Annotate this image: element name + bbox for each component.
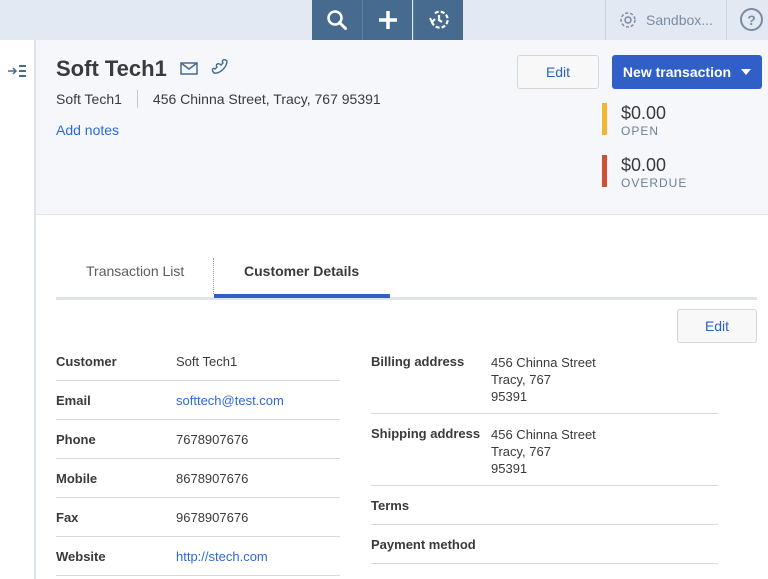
- expand-nav-button[interactable]: [8, 64, 28, 83]
- search-button[interactable]: [312, 0, 362, 40]
- history-icon: [428, 10, 449, 29]
- phone-value: 7678907676: [176, 431, 249, 447]
- detail-row: Website http://stech.com: [56, 537, 340, 576]
- add-notes-link[interactable]: Add notes: [56, 122, 119, 138]
- fax-value: 9678907676: [176, 509, 249, 525]
- customer-header: Soft Tech1 Soft Tech1 456 Chinna Street,…: [36, 40, 768, 215]
- caret-down-icon: [741, 69, 752, 75]
- email-link[interactable]: softtech@test.com: [176, 393, 284, 408]
- website-link[interactable]: http://stech.com: [176, 549, 268, 564]
- overdue-label: OVERDUE: [621, 176, 688, 190]
- overdue-color-bar: [602, 155, 607, 187]
- field-label: Billing address: [371, 354, 465, 369]
- email-icon[interactable]: [180, 61, 198, 75]
- open-color-bar: [602, 103, 607, 135]
- address-line: Tracy, 767: [491, 444, 551, 459]
- recent-transactions-button[interactable]: [413, 0, 463, 40]
- active-tab-indicator: [214, 294, 390, 298]
- address-line: 456 Chinna Street: [491, 427, 596, 442]
- detail-row: Email softtech@test.com: [56, 381, 340, 420]
- field-label: Fax: [56, 509, 79, 525]
- divider: [605, 0, 606, 40]
- open-balance: $0.00 OPEN: [602, 103, 666, 138]
- expand-menu-icon: [8, 65, 26, 77]
- company-name-text: Soft Tech1: [56, 91, 122, 107]
- address-line: 95391: [491, 461, 528, 476]
- plus-icon: [378, 11, 397, 29]
- detail-row: Payment method: [371, 525, 718, 564]
- new-transaction-label: New transaction: [622, 64, 732, 80]
- address-line: Tracy, 767: [491, 372, 551, 387]
- mobile-value: 8678907676: [176, 470, 249, 486]
- field-label: Website: [56, 548, 106, 564]
- address-line: 95391: [491, 389, 528, 404]
- edit-customer-button[interactable]: Edit: [517, 55, 599, 89]
- field-label: Shipping address: [371, 426, 481, 441]
- shipping-address-value: 456 Chinna Street Tracy, 767 95391: [491, 426, 596, 485]
- detail-row: Terms: [371, 486, 718, 525]
- open-label: OPEN: [621, 124, 660, 138]
- detail-row: Shipping address 456 Chinna Street Tracy…: [371, 414, 718, 486]
- detail-row: Fax 9678907676: [56, 498, 340, 537]
- tab-customer-details[interactable]: Customer Details: [244, 263, 359, 279]
- detail-row: Customer Soft Tech1: [56, 342, 340, 381]
- detail-row: Mobile 8678907676: [56, 459, 340, 498]
- contact-details: Customer Soft Tech1 Email softtech@test.co…: [56, 342, 340, 576]
- company-settings-button[interactable]: Sandbox...: [618, 0, 713, 40]
- left-nav: [0, 40, 36, 579]
- tab-bar: Transaction List Customer Details: [56, 250, 757, 300]
- new-transaction-button[interactable]: New transaction: [612, 55, 762, 89]
- gear-icon: [620, 12, 636, 28]
- field-label: Email: [56, 392, 91, 408]
- help-icon[interactable]: ?: [740, 8, 763, 31]
- field-label: Payment method: [371, 536, 476, 552]
- customer-value: Soft Tech1: [176, 353, 238, 369]
- field-label: Mobile: [56, 470, 98, 486]
- field-label: Terms: [371, 497, 410, 513]
- search-icon: [327, 10, 347, 30]
- phone-icon[interactable]: [210, 59, 228, 77]
- address-line: 456 Chinna Street: [491, 355, 596, 370]
- customer-title: Soft Tech1: [56, 56, 167, 81]
- address-details: Billing address 456 Chinna Street Tracy,…: [371, 342, 718, 564]
- edit-details-button[interactable]: Edit: [677, 309, 757, 343]
- top-bar: Sandbox... ?: [0, 0, 768, 40]
- company-name: Sandbox...: [646, 12, 713, 28]
- detail-row: Phone 7678907676: [56, 420, 340, 459]
- billing-address-value: 456 Chinna Street Tracy, 767 95391: [491, 354, 596, 413]
- field-label: Phone: [56, 431, 96, 447]
- divider: [726, 0, 727, 40]
- divider: [136, 90, 138, 108]
- create-button[interactable]: [362, 0, 412, 40]
- address-text: 456 Chinna Street, Tracy, 767 95391: [152, 91, 381, 107]
- tab-transaction-list[interactable]: Transaction List: [86, 263, 184, 279]
- tab-divider: [213, 258, 214, 294]
- overdue-amount: $0.00: [621, 155, 667, 175]
- open-amount: $0.00: [621, 103, 667, 123]
- overdue-balance: $0.00 OVERDUE: [602, 155, 687, 190]
- detail-row: Billing address 456 Chinna Street Tracy,…: [371, 342, 718, 414]
- field-label: Customer: [56, 353, 117, 369]
